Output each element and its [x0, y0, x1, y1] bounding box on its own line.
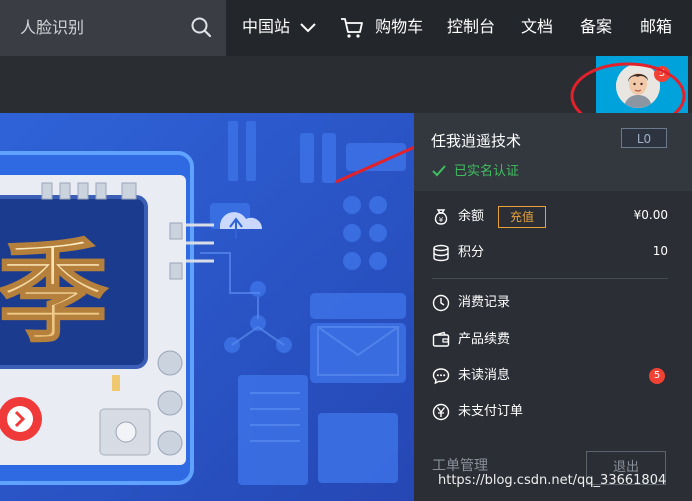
balance-value: ¥0.00 — [633, 208, 668, 222]
menu-renewal-label: 产品续费 — [458, 332, 511, 347]
nav-region-selector[interactable]: 中国站 — [242, 0, 317, 56]
sub-bar — [0, 56, 692, 113]
coins-icon — [433, 244, 449, 262]
check-icon — [432, 165, 446, 177]
unread-count-badge: 5 — [649, 368, 665, 384]
points-row: 积分 — [432, 242, 484, 264]
menu-unread-label: 未读消息 — [458, 368, 511, 383]
top-navbar: 中国站 购物车 控制台 文档 备案 邮箱 — [0, 0, 692, 56]
nav-console-label: 控制台 — [447, 17, 496, 36]
points-value: 10 — [652, 244, 668, 258]
balance-label: 余额 — [458, 209, 485, 224]
nav-docs-label: 文档 — [521, 17, 554, 36]
menu-unpaid-label: 未支付订单 — [458, 404, 524, 419]
username: 任我逍遥技术 — [431, 132, 522, 150]
notification-badge: 5 — [654, 66, 670, 82]
nav-mail-label: 邮箱 — [640, 17, 673, 36]
nav-console[interactable]: 控制台 — [447, 0, 495, 56]
panel-divider — [432, 278, 668, 279]
verified-status[interactable]: 已实名认证 — [432, 160, 519, 179]
search-input[interactable] — [20, 16, 180, 38]
menu-consumption-label: 消费记录 — [458, 295, 511, 310]
nav-cart-label: 购物车 — [375, 17, 424, 36]
search-icon[interactable] — [190, 16, 212, 38]
menu-unread-messages[interactable]: 未读消息 — [432, 365, 510, 387]
nav-filing[interactable]: 备案 — [580, 0, 612, 56]
cart-icon — [341, 17, 363, 38]
banner-headline-char: 季 — [0, 229, 108, 357]
nav-filing-label: 备案 — [580, 17, 613, 36]
verified-label: 已实名认证 — [454, 164, 520, 179]
nav-mail[interactable]: 邮箱 — [640, 0, 672, 56]
menu-product-renewal[interactable]: 产品续费 — [432, 329, 510, 351]
promo-banner: 季 — [0, 113, 414, 501]
clock-icon — [432, 294, 450, 312]
nav-docs[interactable]: 文档 — [521, 0, 553, 56]
user-avatar-button[interactable]: 5 — [596, 56, 688, 113]
chevron-down-icon — [300, 22, 316, 32]
chat-bubble-icon — [432, 368, 450, 385]
yen-icon — [432, 403, 450, 421]
nav-region-label: 中国站 — [242, 17, 291, 36]
logout-button[interactable]: 退出 — [586, 451, 666, 485]
level-badge[interactable]: L0 — [621, 128, 667, 148]
user-info-header: 任我逍遥技术 L0 已实名认证 — [414, 113, 692, 191]
nav-cart[interactable]: 购物车 — [340, 0, 423, 56]
menu-consumption-records[interactable]: 消费记录 — [432, 292, 510, 314]
recharge-button[interactable]: 充值 — [498, 206, 546, 228]
menu-unpaid-orders[interactable]: 未支付订单 — [432, 401, 523, 423]
money-bag-icon: ¥ — [434, 209, 448, 225]
svg-text:¥: ¥ — [439, 216, 444, 224]
balance-row: ¥ 余额 — [432, 206, 484, 228]
search-box — [0, 0, 226, 56]
points-label: 积分 — [458, 245, 485, 260]
ticket-management-link[interactable]: 工单管理 — [432, 455, 488, 475]
wallet-icon — [432, 331, 450, 347]
banner-illustration: 季 — [0, 113, 414, 501]
